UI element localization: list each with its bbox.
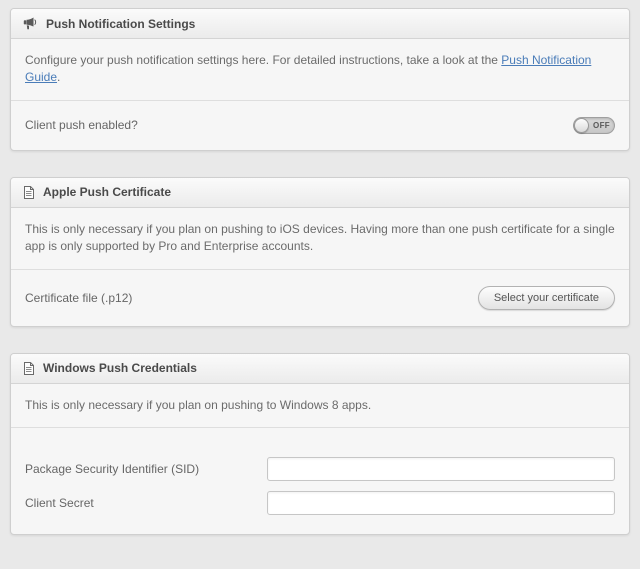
windows-credentials-description: This is only necessary if you plan on pu…: [11, 384, 629, 428]
certificate-icon: [23, 186, 35, 199]
client-push-row: Client push enabled? OFF: [11, 101, 629, 150]
client-push-label: Client push enabled?: [25, 118, 138, 132]
panel-windows-push-credentials: Windows Push Credentials This is only ne…: [10, 353, 630, 535]
push-settings-header: Push Notification Settings: [11, 9, 629, 39]
panel-title: Apple Push Certificate: [43, 185, 171, 199]
panel-push-notification-settings: Push Notification Settings Configure you…: [10, 8, 630, 151]
push-settings-description: Configure your push notification setting…: [11, 39, 629, 101]
sid-label: Package Security Identifier (SID): [25, 462, 199, 476]
apple-certificate-header: Apple Push Certificate: [11, 178, 629, 208]
certificate-file-row: Certificate file (.p12) Select your cert…: [11, 270, 629, 326]
sid-input[interactable]: [267, 457, 615, 481]
description-text-after: .: [57, 70, 60, 84]
toggle-knob-icon: [574, 118, 589, 133]
toggle-state-label: OFF: [589, 121, 614, 130]
certificate-file-label: Certificate file (.p12): [25, 291, 132, 305]
select-certificate-button[interactable]: Select your certificate: [478, 286, 615, 310]
sid-row: Package Security Identifier (SID): [11, 452, 629, 486]
document-icon: [23, 362, 35, 375]
description-text-before: Configure your push notification setting…: [25, 53, 501, 67]
client-secret-input[interactable]: [267, 491, 615, 515]
panel-title: Windows Push Credentials: [43, 361, 197, 375]
push-settings-page: Push Notification Settings Configure you…: [0, 0, 640, 569]
panel-apple-push-certificate: Apple Push Certificate This is only nece…: [10, 177, 630, 327]
client-secret-label: Client Secret: [25, 496, 94, 510]
client-secret-row: Client Secret: [11, 486, 629, 520]
panel-title: Push Notification Settings: [46, 17, 195, 31]
windows-credentials-fields: Package Security Identifier (SID) Client…: [11, 428, 629, 534]
apple-certificate-description: This is only necessary if you plan on pu…: [11, 208, 629, 270]
windows-credentials-header: Windows Push Credentials: [11, 354, 629, 384]
client-push-toggle[interactable]: OFF: [573, 117, 615, 134]
megaphone-icon: [23, 17, 38, 30]
